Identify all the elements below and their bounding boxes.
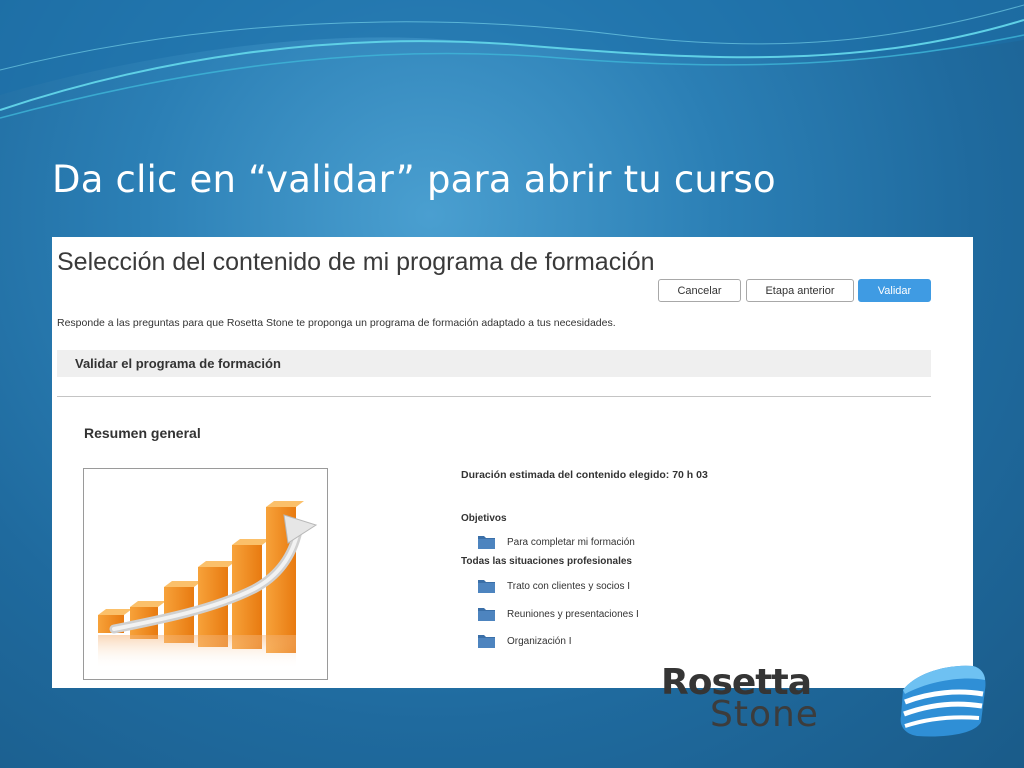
previous-step-button[interactable]: Etapa anterior [746,279,854,302]
rosetta-stone-logo: Rosetta Stone [655,660,995,742]
section-header: Validar el programa de formación [57,350,931,377]
panel-title: Selección del contenido de mi programa d… [57,248,655,276]
chart-bars [98,501,304,669]
list-item[interactable]: Organización I [478,633,571,649]
folder-icon [478,635,495,648]
situations-label: Todas las situaciones profesionales [461,556,632,567]
growth-chart-illustration [98,501,318,669]
growth-chart-image [83,468,328,680]
folder-icon [478,580,495,593]
list-item[interactable]: Para completar mi formación [478,534,635,550]
header-waves-decoration [0,0,1024,119]
folder-icon [478,608,495,621]
folder-icon [478,536,495,549]
stone-logo-icon [900,665,986,737]
list-item-label: Para completar mi formación [507,536,635,548]
objectives-label: Objetivos [461,513,507,524]
divider [57,396,931,397]
list-item[interactable]: Trato con clientes y socios I [478,578,630,594]
estimated-duration: Duración estimada del contenido elegido:… [461,469,708,481]
list-item-label: Organización I [507,635,572,647]
section-title: Validar el programa de formación [75,356,281,371]
list-item-label: Reuniones y presentaciones I [507,608,639,620]
list-item[interactable]: Reuniones y presentaciones I [478,606,639,622]
cancel-button[interactable]: Cancelar [658,279,741,302]
validate-button[interactable]: Validar [858,279,931,302]
intro-text: Responde a las preguntas para que Rosett… [57,317,616,329]
slide-title: Da clic en “validar” para abrir tu curso [52,158,776,201]
logo-text-stone: Stone [710,694,819,735]
list-item-label: Trato con clientes y socios I [507,580,631,592]
summary-title: Resumen general [84,425,201,441]
program-selection-panel: Selección del contenido de mi programa d… [52,237,973,688]
